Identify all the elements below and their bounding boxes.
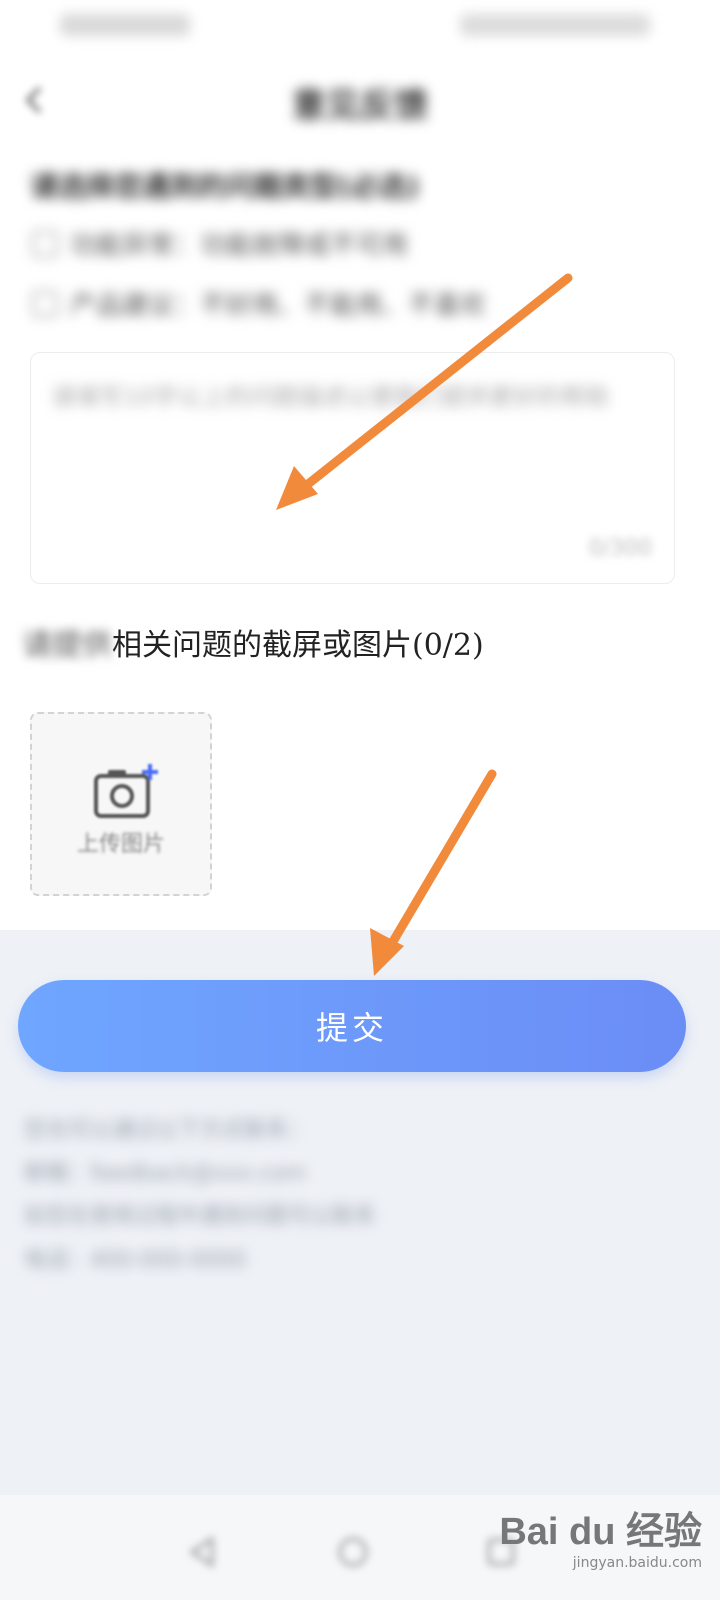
checkbox-icon — [32, 230, 58, 257]
nav-home-icon[interactable] — [336, 1535, 370, 1569]
option-function-error[interactable]: 功能异常：功能故障或不可用 — [32, 225, 408, 262]
contact-line: 如您在使用过程中遇到问题可以联系 — [24, 1204, 377, 1229]
upload-image-button[interactable]: 上传图片 — [30, 712, 212, 896]
upload-label: 上传图片 — [76, 832, 165, 857]
status-bar-right-icons — [460, 14, 650, 36]
textarea-placeholder: 请填写10字以上的问题描述以便我们提供更好的帮助 — [51, 383, 610, 411]
status-bar-left-icons — [60, 14, 190, 36]
watermark-url: jingyan.baidu.com — [572, 1555, 702, 1571]
watermark-logo: Bai du 经验 — [499, 1511, 702, 1553]
page-title: 意见反馈 — [292, 86, 428, 126]
description-textarea[interactable]: 请填写10字以上的问题描述以便我们提供更好的帮助 0/300 — [30, 352, 675, 584]
baidu-jingyan-watermark: Bai du 经验 jingyan.baidu.com — [499, 1500, 702, 1571]
char-counter: 0/300 — [588, 536, 652, 561]
option-label: 功能异常：功能故障或不可用 — [70, 231, 409, 261]
option-product-suggestion[interactable]: 产品建议：不好用、不能用、不喜欢 — [32, 285, 486, 322]
upload-title-blurred: 请提供 — [22, 628, 112, 663]
nav-back-icon[interactable] — [186, 1535, 220, 1569]
option-label: 产品建议：不好用、不能用、不喜欢 — [70, 291, 487, 321]
contact-line: 您也可以通过以下方式联系： — [24, 1118, 311, 1143]
upload-title: 请提供相关问题的截屏或图片(0/2) — [22, 620, 484, 664]
status-bar — [0, 0, 720, 56]
contact-line: 电话：400-000-0000 — [24, 1248, 246, 1273]
camera-plus-icon — [94, 764, 158, 818]
submit-button[interactable]: 提交 — [18, 980, 686, 1072]
contact-line: 邮箱：feedback@xxx.com — [24, 1161, 307, 1186]
header: 意见反馈 — [0, 60, 720, 140]
question-title: 请选择您遇到的问题类型(必选) — [30, 170, 420, 203]
checkbox-icon — [32, 290, 58, 317]
upload-title-text: 相关问题的截屏或图片(0/2) — [112, 628, 484, 663]
